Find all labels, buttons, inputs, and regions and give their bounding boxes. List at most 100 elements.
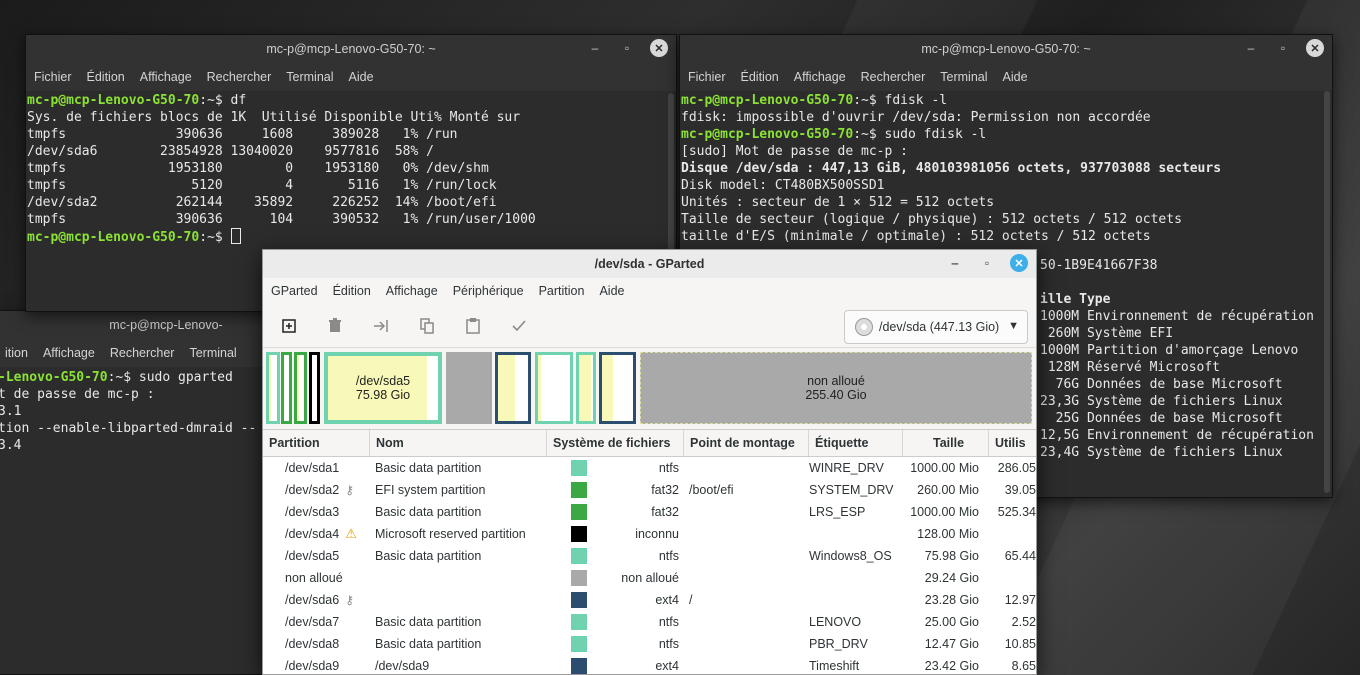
menu-item-peripherique[interactable]: Périphérique [453,284,524,298]
menu-item-aide[interactable]: Aide [599,284,624,298]
column-header-size[interactable]: Taille [903,430,989,456]
menu-item-edition[interactable]: ition [5,346,28,360]
table-row[interactable]: /dev/sda9/dev/sda9 ext4 Timeshift 23.42 Gio… [263,655,1036,674]
menu-item-terminal[interactable]: Terminal [940,70,987,84]
cell-filesystem: fat32 [549,482,687,498]
disk-map-segment-sda9[interactable] [599,352,636,424]
minimize-icon[interactable]: ‒ [946,254,964,272]
column-header-mountpoint[interactable]: Point de montage [684,430,809,456]
cell-used: 10.85 [1004,637,1036,651]
terminal-titlebar[interactable]: mc-p@mcp-Lenovo-G50-70: ~ ‒ ▫ ✕ [26,35,676,63]
menu-item-gparted[interactable]: GParted [271,284,318,298]
terminal-window-gparted[interactable]: mc-p@mcp-Lenovo- ition Affichage Recherc… [0,310,296,675]
column-header-nom[interactable]: Nom [370,430,547,456]
menu-item-fichier[interactable]: Fichier [34,70,72,84]
menu-item-fichier[interactable]: Fichier [688,70,726,84]
prompt: mc-p@mcp-Lenovo-G50-70 [27,93,200,108]
minimize-icon[interactable]: ‒ [1242,39,1260,57]
menu-item-affichage[interactable]: Affichage [386,284,438,298]
apply-icon[interactable] [505,312,533,340]
disk-map-segment-sda7[interactable] [535,352,573,424]
menu-item-terminal[interactable]: Terminal [286,70,333,84]
cell-partition: /dev/sda1 [285,461,340,475]
table-row[interactable]: /dev/sda5 Basic data partition ntfs Windows… [263,545,1036,567]
gparted-toolbar: /dev/sda (447.13 Gio) ▼ [263,304,1036,348]
menu-item-edition[interactable]: Édition [333,284,371,298]
device-selector[interactable]: /dev/sda (447.13 Gio) ▼ [844,310,1028,344]
cell-filesystem: inconnu [549,526,687,542]
chevron-down-icon: ▼ [1008,320,1019,332]
cell-name: Basic data partition [375,549,482,563]
menu-item-edition[interactable]: Édition [741,70,779,84]
cell-name: Basic data partition [375,461,482,475]
cell-size: 75.98 Gio [924,549,979,563]
menu-item-aide[interactable]: Aide [1003,70,1028,84]
gparted-window[interactable]: /dev/sda - GParted ‒ ▫ ✕ GParted Édition… [262,249,1037,675]
cell-partition: /dev/sda2 ⚷ [285,483,355,497]
cell-label: Timeshift [809,659,860,673]
maximize-icon[interactable]: ▫ [1274,39,1292,57]
table-row[interactable]: /dev/sda3 Basic data partition fat32 LRS_ES… [263,501,1036,523]
output-line: 3.1 [0,404,22,419]
output-line: tion --enable-libparted-dmraid -- [0,421,257,436]
cell-filesystem: ntfs [549,636,687,652]
disk-map-segment-sda1[interactable] [266,352,280,424]
cell-size: 29.24 Gio [924,571,979,585]
table-row[interactable]: /dev/sda7 Basic data partition ntfs LENOVO 2… [263,611,1036,633]
gparted-menubar: GParted Édition Affichage Périphérique P… [263,278,1036,304]
disk-map-segment-sda2[interactable] [281,352,292,424]
disk-map-segment-sda5-selected[interactable]: /dev/sda5 75.98 Gio [324,352,442,424]
menu-item-partition[interactable]: Partition [539,284,585,298]
menu-item-rechercher[interactable]: Rechercher [861,70,926,84]
column-header-partition[interactable]: Partition [263,430,370,456]
output-line: Disk model: CT480BX500SSD1 [681,178,885,193]
menu-item-rechercher[interactable]: Rechercher [207,70,272,84]
scrollbar[interactable] [1324,91,1330,493]
key-icon: ⚷ [345,593,355,607]
table-row[interactable]: /dev/sda2 ⚷ EFI system partition fat32/boot… [263,479,1036,501]
menu-item-affichage[interactable]: Affichage [140,70,192,84]
copy-icon[interactable] [413,312,441,340]
paste-icon[interactable] [459,312,487,340]
column-header-filesystem[interactable]: Système de fichiers [547,430,684,456]
close-icon[interactable]: ✕ [650,39,668,57]
minimize-icon[interactable]: ‒ [586,39,604,57]
menu-item-edition[interactable]: Édition [87,70,125,84]
cell-label: SYSTEM_DRV [809,483,894,497]
column-header-used[interactable]: Utilis [989,430,1036,456]
terminal-titlebar[interactable]: mc-p@mcp-Lenovo- [0,311,295,339]
disk-map-segment-unallocated-large[interactable]: non alloué 255.40 Gio [640,352,1032,424]
cell-mountpoint: / [689,593,693,607]
table-row[interactable]: /dev/sda1 Basic data partition ntfs WINRE_D… [263,457,1036,479]
close-icon[interactable]: ✕ [1306,39,1324,57]
menu-item-rechercher[interactable]: Rechercher [110,346,175,360]
table-row[interactable]: /dev/sda6 ⚷ ext4/ 23.28 Gio 12.97 [263,589,1036,611]
menu-item-affichage[interactable]: Affichage [43,346,95,360]
menu-item-terminal[interactable]: Terminal [189,346,236,360]
cell-partition: /dev/sda4 ⚠ [285,526,357,541]
new-partition-icon[interactable] [275,312,303,340]
cell-label: LRS_ESP [809,505,866,519]
maximize-icon[interactable]: ▫ [618,39,636,57]
table-row[interactable]: non alloué non alloué 29.24 Gio [263,567,1036,589]
cell-filesystem: ntfs [549,614,687,630]
close-icon[interactable]: ✕ [1010,254,1028,272]
table-row[interactable]: /dev/sda4 ⚠ Microsoft reserved partition in… [263,523,1036,545]
terminal-titlebar[interactable]: mc-p@mcp-Lenovo-G50-70: ~ ‒ ▫ ✕ [680,35,1332,63]
disk-map-segment-sda6[interactable] [495,352,531,424]
output-line: tmpfs 390636 104 390532 1% /run/user/100… [27,212,536,227]
table-row[interactable]: /dev/sda8 Basic data partition ntfs PBR_DRV… [263,633,1036,655]
cell-used: 286.05 [997,461,1036,475]
resize-move-icon[interactable] [367,312,395,340]
maximize-icon[interactable]: ▫ [978,254,996,272]
disk-map-segment-sda8[interactable] [576,352,596,424]
gparted-titlebar[interactable]: /dev/sda - GParted ‒ ▫ ✕ [263,250,1036,278]
delete-icon[interactable] [321,312,349,340]
disk-map-segment-sda4[interactable] [309,352,320,424]
disk-map-segment-unallocated[interactable] [446,352,492,424]
terminal-output[interactable]: -Lenovo-G50-70:~$ sudo gparted t de pass… [0,367,295,674]
disk-map-segment-sda3[interactable] [294,352,307,424]
menu-item-affichage[interactable]: Affichage [794,70,846,84]
menu-item-aide[interactable]: Aide [349,70,374,84]
column-header-label[interactable]: Étiquette [809,430,903,456]
